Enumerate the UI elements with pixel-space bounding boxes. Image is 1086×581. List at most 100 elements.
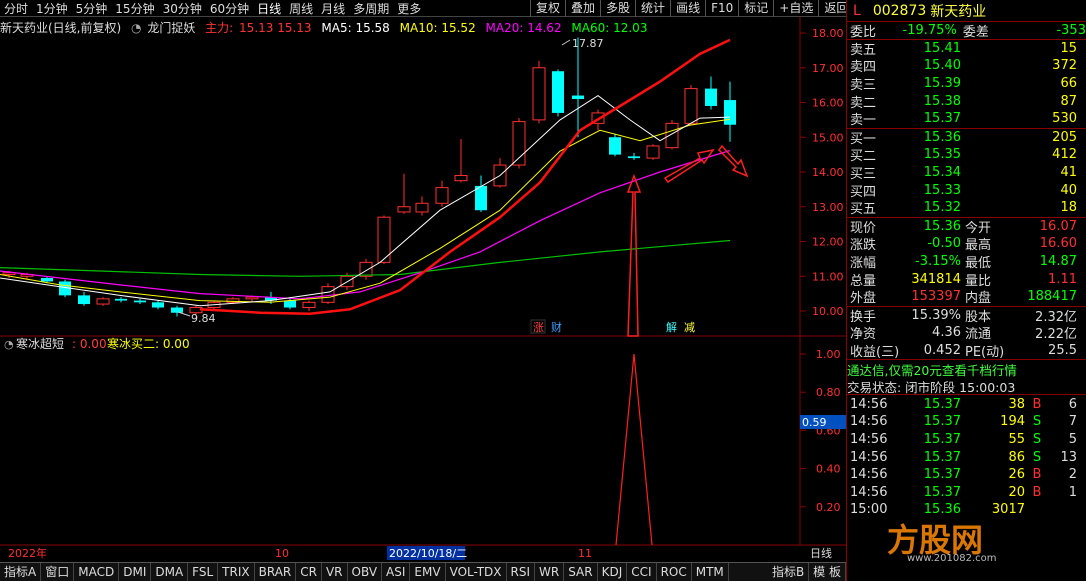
price-tick-1: 17.00 xyxy=(812,62,844,75)
date-m10: 10 xyxy=(275,547,289,560)
watermark-url: www.201082.com xyxy=(907,553,997,564)
indicator-tab-14[interactable]: RSI xyxy=(507,562,536,581)
indicator-tab-18[interactable]: CCI xyxy=(627,562,657,581)
arrow-down-right-icon xyxy=(718,144,749,178)
quote-row: 收益(三) 0.452 PE(动) 25.5 xyxy=(850,342,1077,360)
sell-orders: 卖五 15.41 15 卖四 15.40 372 卖三 15.39 66 卖二 15.38 87 卖一 1… xyxy=(847,40,1086,129)
indicator-tab-4[interactable]: DMA xyxy=(151,562,189,581)
indicator-tab-11[interactable]: ASI xyxy=(382,562,411,581)
tag-jian[interactable]: 减 xyxy=(684,321,695,334)
candle xyxy=(134,298,146,305)
indicator-tab-13[interactable]: VOL-TDX xyxy=(446,562,507,581)
candle xyxy=(705,76,717,110)
indicator-tab-16[interactable]: SAR xyxy=(564,562,598,581)
tag-zhang[interactable]: 涨 xyxy=(533,321,544,334)
indicator-tab-17[interactable]: KDJ xyxy=(598,562,628,581)
candle xyxy=(512,118,526,169)
weibi-row: 委比 -19.75% 委差 -353 xyxy=(847,22,1086,40)
indicator-tab-0[interactable]: 指标A xyxy=(0,562,42,581)
trade-status: 交易状态: 闭市阶段 15:00:03 xyxy=(847,378,1086,396)
indicator-tab-20[interactable]: MTM xyxy=(692,562,729,581)
candle xyxy=(415,196,429,216)
candle xyxy=(435,180,449,207)
indicator-tab-8[interactable]: CR xyxy=(296,562,322,581)
quote-row: 卖二 15.38 87 xyxy=(850,93,1077,111)
svg-text:◔: ◔ xyxy=(4,338,14,351)
price-tick-8: 10.00 xyxy=(812,305,844,318)
candle xyxy=(78,291,90,306)
candle xyxy=(475,175,487,212)
quote-row: 14:56 15.37 194 S 7 xyxy=(850,414,1077,430)
cursor-value: 0.59 xyxy=(802,416,827,429)
candle xyxy=(359,258,373,280)
ind-tick-0: 1.00 xyxy=(816,348,841,361)
tag-cai[interactable]: 财 xyxy=(551,320,562,334)
quote-row: 买二 15.35 412 xyxy=(850,147,1077,165)
candle xyxy=(572,37,584,138)
candle xyxy=(493,158,507,188)
tick-list: 14:56 15.37 38 B 6 14:56 15.37 194 S 7 14:56 15.37 5… xyxy=(847,395,1086,518)
candle xyxy=(152,300,164,310)
stock-code: 002873 xyxy=(872,2,927,19)
quote-panel: L 002873 新天药业 委比 -19.75% 委差 -353 卖五 15.41… xyxy=(846,0,1086,581)
indicator-panel-name[interactable]: 寒冰超短 xyxy=(16,336,64,351)
date-m11: 11 xyxy=(578,547,592,560)
date-cursor: 2022/10/18/二 xyxy=(389,547,467,560)
candle xyxy=(377,215,391,265)
tag-jie[interactable]: 解 xyxy=(666,320,677,334)
price-tick-0: 18.00 xyxy=(812,27,844,40)
bottom-right-btn-1[interactable]: 模 板 xyxy=(809,562,846,581)
price-tick-2: 16.00 xyxy=(812,97,844,110)
indicator-bar: 指标A 窗口 MACD DMI DMA FSL TRIX BRAR CR VR OBV ASI EMV V… xyxy=(0,562,846,581)
indicator-tab-2[interactable]: MACD xyxy=(74,562,120,581)
price-tick-6: 12.00 xyxy=(812,236,844,249)
period-label[interactable]: 日线 xyxy=(810,546,832,560)
bottom-right-btn-0[interactable]: 指标B xyxy=(768,562,810,581)
quote-row: 卖一 15.37 530 xyxy=(850,111,1077,129)
quote-row: 14:56 15.37 86 S 13 xyxy=(850,449,1077,465)
mark-l: L xyxy=(853,2,861,19)
indicator-axis: 1.000.800.600.400.20 xyxy=(800,348,841,514)
quote-row: 买五 15.32 18 xyxy=(850,200,1077,218)
arrow-up-icon xyxy=(626,173,642,337)
indicator-tab-19[interactable]: ROC xyxy=(657,562,692,581)
quote-row: 总量 341814 量比 1.11 xyxy=(850,271,1077,289)
indicator-tab-6[interactable]: TRIX xyxy=(218,562,255,581)
ind-tick-1: 0.80 xyxy=(816,386,841,399)
price-axis: 18.00 17.00 16.00 15.00 14.00 13.00 12.00 11.00… xyxy=(800,27,844,318)
quote-row: 卖四 15.40 372 xyxy=(850,58,1077,76)
indicator-sub-name: 寒冰买二 xyxy=(107,336,155,351)
price-tick-5: 13.00 xyxy=(812,201,844,214)
price-tick-3: 15.00 xyxy=(812,131,844,144)
ad-banner[interactable]: 通达信,仅需20元查看千档行情 xyxy=(847,360,1086,378)
candle xyxy=(302,300,316,311)
ind-tick-4: 0.20 xyxy=(816,501,841,514)
high-price-label: 17.87 xyxy=(572,37,604,50)
quote-row: 换手 15.39% 股本 2.32亿 xyxy=(850,307,1077,325)
candle xyxy=(115,297,127,303)
candle xyxy=(454,138,468,183)
candle xyxy=(171,305,183,317)
quote-row: 14:56 15.37 55 S 5 xyxy=(850,431,1077,447)
candle xyxy=(665,119,679,150)
indicator-tab-3[interactable]: DMI xyxy=(119,562,152,581)
quote-row: 现价 15.36 今开 16.07 xyxy=(850,218,1077,236)
candle xyxy=(609,133,621,157)
price-tick-4: 14.00 xyxy=(812,166,844,179)
indicator-tab-15[interactable]: WR xyxy=(535,562,565,581)
candle xyxy=(532,60,546,124)
stats-block: 现价 15.36 今开 16.07 涨跌 -0.50 最高 16.60 涨幅 -3.15% 最低 14… xyxy=(847,218,1086,307)
quote-row: 买三 15.34 41 xyxy=(850,165,1077,183)
indicator-tab-12[interactable]: EMV xyxy=(410,562,446,581)
indicator-tab-1[interactable]: 窗口 xyxy=(41,562,75,581)
candle xyxy=(646,144,660,160)
indicator-tab-5[interactable]: FSL xyxy=(188,562,219,581)
quote-row: 卖五 15.41 15 xyxy=(850,40,1077,58)
indicator-tab-7[interactable]: BRAR xyxy=(255,562,297,581)
kline-chart[interactable]: 18.00 17.00 16.00 15.00 14.00 13.00 12.00 11.00… xyxy=(0,0,846,562)
quote-row: 14:56 15.37 20 B 1 xyxy=(850,484,1077,500)
indicator-tab-10[interactable]: OBV xyxy=(348,562,383,581)
indicator-tab-9[interactable]: VR xyxy=(322,562,348,581)
indicator-spike xyxy=(615,353,653,546)
quote-row: 净资 4.36 流通 2.22亿 xyxy=(850,325,1077,343)
